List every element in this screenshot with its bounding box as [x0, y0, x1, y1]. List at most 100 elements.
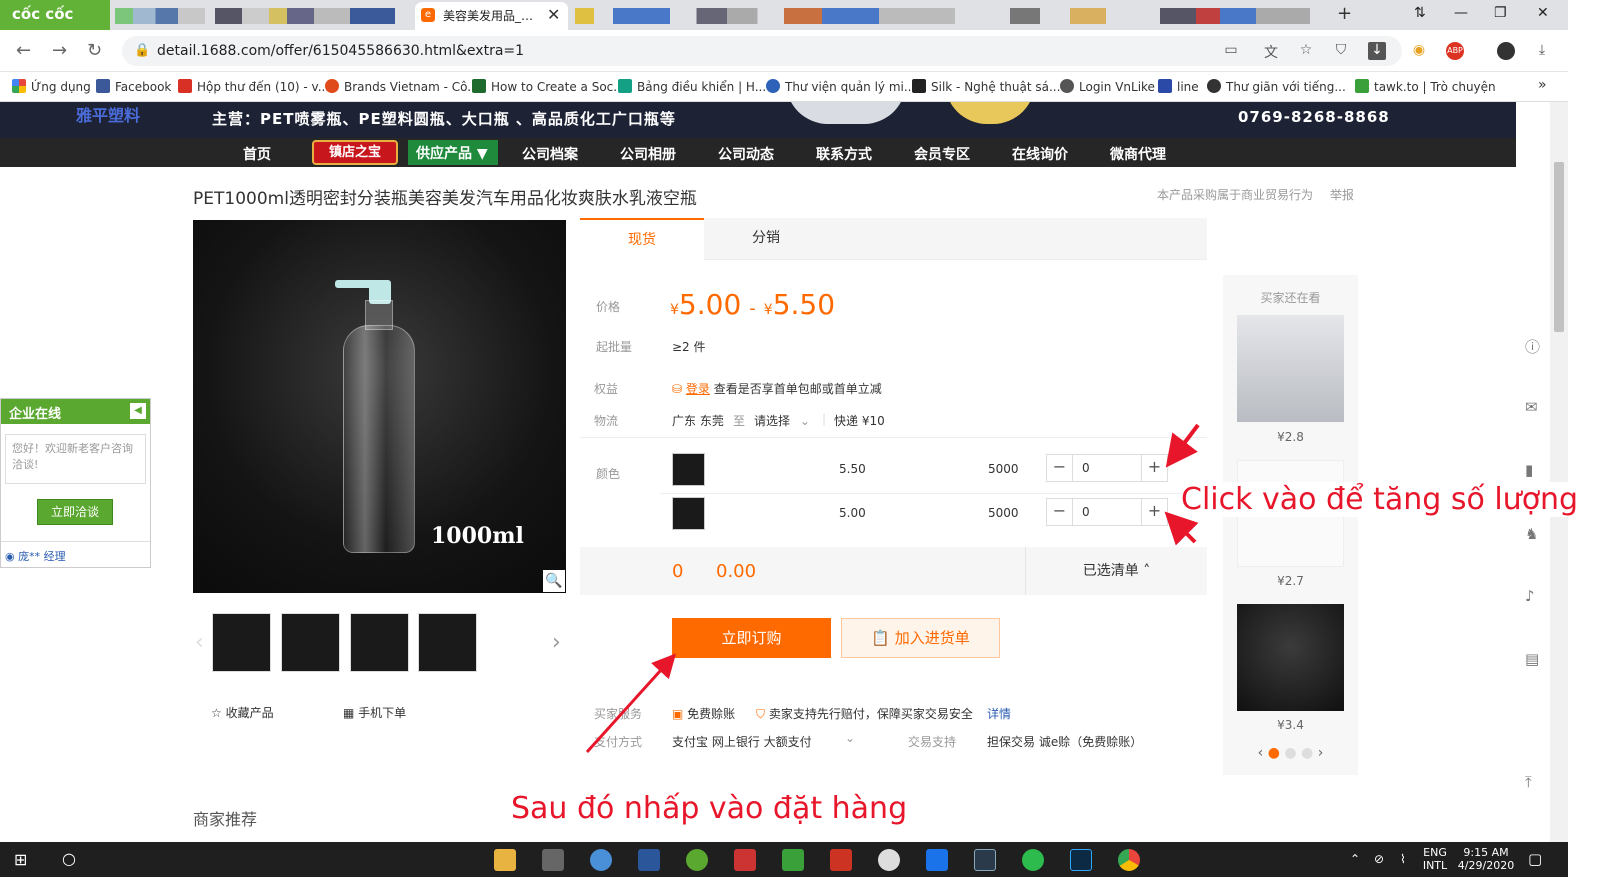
wifi-icon[interactable]: ⌇ [1400, 852, 1406, 866]
app-icon[interactable] [734, 849, 756, 871]
blurred-tab[interactable] [1010, 8, 1310, 24]
shop-brand[interactable]: 雅平塑料 [76, 102, 140, 126]
destination-select[interactable]: 请选择 ⌄ [754, 412, 810, 429]
windows-start-icon[interactable]: ⊞ [14, 850, 27, 869]
coccoc-taskbar-icon[interactable] [686, 849, 708, 871]
bookmark-item[interactable]: Bảng điều khiển | H... [618, 79, 766, 94]
tab-active[interactable]: e 美容美发用品_… ✕ [415, 2, 568, 30]
bookmark-item[interactable]: Thư viện quản lý mi... [766, 79, 915, 94]
blurred-tab[interactable] [115, 8, 205, 24]
mail-icon[interactable]: ✉ [1525, 398, 1538, 416]
order-now-button[interactable]: 立即订购 [672, 618, 831, 658]
notification-icon[interactable]: ▢ [1528, 850, 1542, 868]
nav-supply[interactable]: 供应产品 ▼ [408, 140, 498, 165]
product-main-image[interactable]: 1000ml 🔍 [193, 220, 566, 593]
bookmark-item[interactable]: Brands Vietnam - Cô... [325, 79, 479, 94]
increase-button[interactable]: + [1141, 455, 1167, 481]
file-explorer-icon[interactable] [494, 849, 516, 871]
blurred-tab[interactable] [575, 8, 955, 24]
bell-icon[interactable]: ♪ [1525, 587, 1535, 605]
nav-hot[interactable]: 镇店之宝 [312, 140, 398, 165]
omnibox[interactable]: 🔒 detail.1688.com/offer/615045586630.htm… [122, 36, 1402, 66]
pager-dot[interactable]: ● [1301, 745, 1313, 761]
add-to-cart-button[interactable]: 📋 加入进货单 [841, 618, 1000, 658]
tray-chevron-icon[interactable]: ⌃ [1350, 852, 1360, 866]
bookmark-item[interactable]: Thư giãn với tiếng... [1207, 79, 1346, 94]
clock-icon[interactable] [878, 849, 900, 871]
mobile-order[interactable]: ▦ 手机下单 [343, 704, 406, 721]
thumbnail[interactable] [487, 613, 546, 672]
language-indicator[interactable]: ENG INTL [1422, 846, 1448, 872]
report-link[interactable]: 举报 [1330, 186, 1354, 203]
bookmark-item[interactable]: line [1158, 79, 1199, 94]
bookmark-item[interactable]: Facebook [96, 79, 171, 94]
next-arrow-icon[interactable]: › [1318, 745, 1324, 761]
nav-item[interactable]: 公司相册 [620, 144, 676, 164]
increase-button[interactable]: + [1141, 499, 1167, 525]
nav-home[interactable]: 首页 [243, 144, 271, 164]
download-icon[interactable]: ↓ [1368, 42, 1386, 60]
bookmark-item[interactable]: Silk - Nghệ thuật sá... [912, 79, 1060, 94]
bookmark-item[interactable]: Login VnLike [1060, 79, 1155, 94]
close-tab-icon[interactable]: ✕ [547, 5, 560, 24]
close-window-icon[interactable]: ✕ [1537, 5, 1549, 21]
tab-search-icon[interactable]: ⇅ [1414, 5, 1426, 21]
bookmark-item[interactable]: How to Create a Soc... [472, 79, 625, 94]
tab-stock[interactable]: 现货 [580, 218, 704, 260]
lock-icon[interactable]: 🔒 [134, 43, 150, 58]
prev-arrow-icon[interactable]: ‹ [1258, 745, 1264, 761]
collapse-icon[interactable]: ◀ [130, 403, 146, 419]
nav-item[interactable]: 微商代理 [1110, 144, 1166, 164]
sku-swatch[interactable] [672, 497, 705, 530]
info-icon[interactable]: ⓘ [1525, 336, 1540, 357]
shield-icon[interactable]: ⛉ [1332, 42, 1350, 60]
next-arrow-icon[interactable]: › [552, 630, 561, 655]
bookmark-item[interactable]: Hộp thư đến (10) - v... [178, 79, 329, 94]
minimize-icon[interactable]: — [1454, 5, 1468, 21]
chrome-icon[interactable] [1118, 849, 1140, 871]
blurred-tab[interactable] [215, 8, 395, 24]
back-icon[interactable]: ← [16, 40, 31, 61]
search-icon[interactable]: ○ [62, 849, 76, 868]
recommended-product-image[interactable] [1237, 604, 1344, 711]
coccoc-logo[interactable]: cốc cốc [0, 0, 110, 30]
profile-avatar[interactable] [1497, 42, 1515, 60]
new-tab-icon[interactable]: + [1337, 3, 1352, 24]
network-icon[interactable]: ⊘ [1374, 852, 1384, 866]
url-text[interactable]: detail.1688.com/offer/615045586630.html&… [157, 43, 524, 59]
clock[interactable]: 9:15 AM 4/29/2020 [1455, 846, 1517, 872]
adblock-icon[interactable]: ABP [1446, 42, 1464, 60]
chat-now-button[interactable]: 立即洽谈 [37, 499, 113, 525]
acrobat-icon[interactable] [830, 849, 852, 871]
tab-distribution[interactable]: 分销 [704, 218, 828, 260]
calculator-icon[interactable] [542, 849, 564, 871]
zoom-icon[interactable]: 🔍 [543, 570, 565, 592]
carousel-pager[interactable]: ‹ ● ● ● › [1223, 745, 1358, 761]
forward-icon[interactable]: → [52, 40, 67, 61]
bookmark-star-icon[interactable]: ☆ [1297, 42, 1315, 60]
nav-item[interactable]: 在线询价 [1012, 144, 1068, 164]
word-icon[interactable] [638, 849, 660, 871]
login-link[interactable]: 登录 [686, 382, 710, 396]
details-link[interactable]: 详情 [987, 705, 1011, 722]
scrollbar[interactable] [1550, 102, 1568, 842]
scrollbar-thumb[interactable] [1554, 162, 1564, 332]
bookmark-item[interactable]: tawk.to | Trò chuyện [1355, 79, 1496, 94]
bookmark-icon[interactable]: ▮ [1525, 461, 1533, 479]
decrease-button[interactable]: − [1047, 455, 1073, 481]
photoshop-icon[interactable] [1070, 849, 1092, 871]
decrease-button[interactable]: − [1047, 499, 1073, 525]
wechat-icon[interactable] [1022, 849, 1044, 871]
camtasia-icon[interactable] [782, 849, 804, 871]
cast-icon[interactable]: ▭ [1222, 42, 1240, 60]
calendar-icon[interactable] [926, 849, 948, 871]
collect-product[interactable]: ☆ 收藏产品 [211, 704, 274, 721]
thumbnail[interactable] [418, 613, 477, 672]
thumbnail[interactable] [350, 613, 409, 672]
quantity-input[interactable]: 0 [1074, 499, 1140, 525]
translate-icon[interactable]: 文 [1262, 42, 1280, 61]
chat-manager[interactable]: ◉ 庞** 经理 [1, 541, 150, 564]
prev-arrow-icon[interactable]: ‹ [195, 630, 204, 655]
list-icon[interactable]: ▤ [1525, 650, 1539, 668]
nav-item[interactable]: 会员专区 [914, 144, 970, 164]
